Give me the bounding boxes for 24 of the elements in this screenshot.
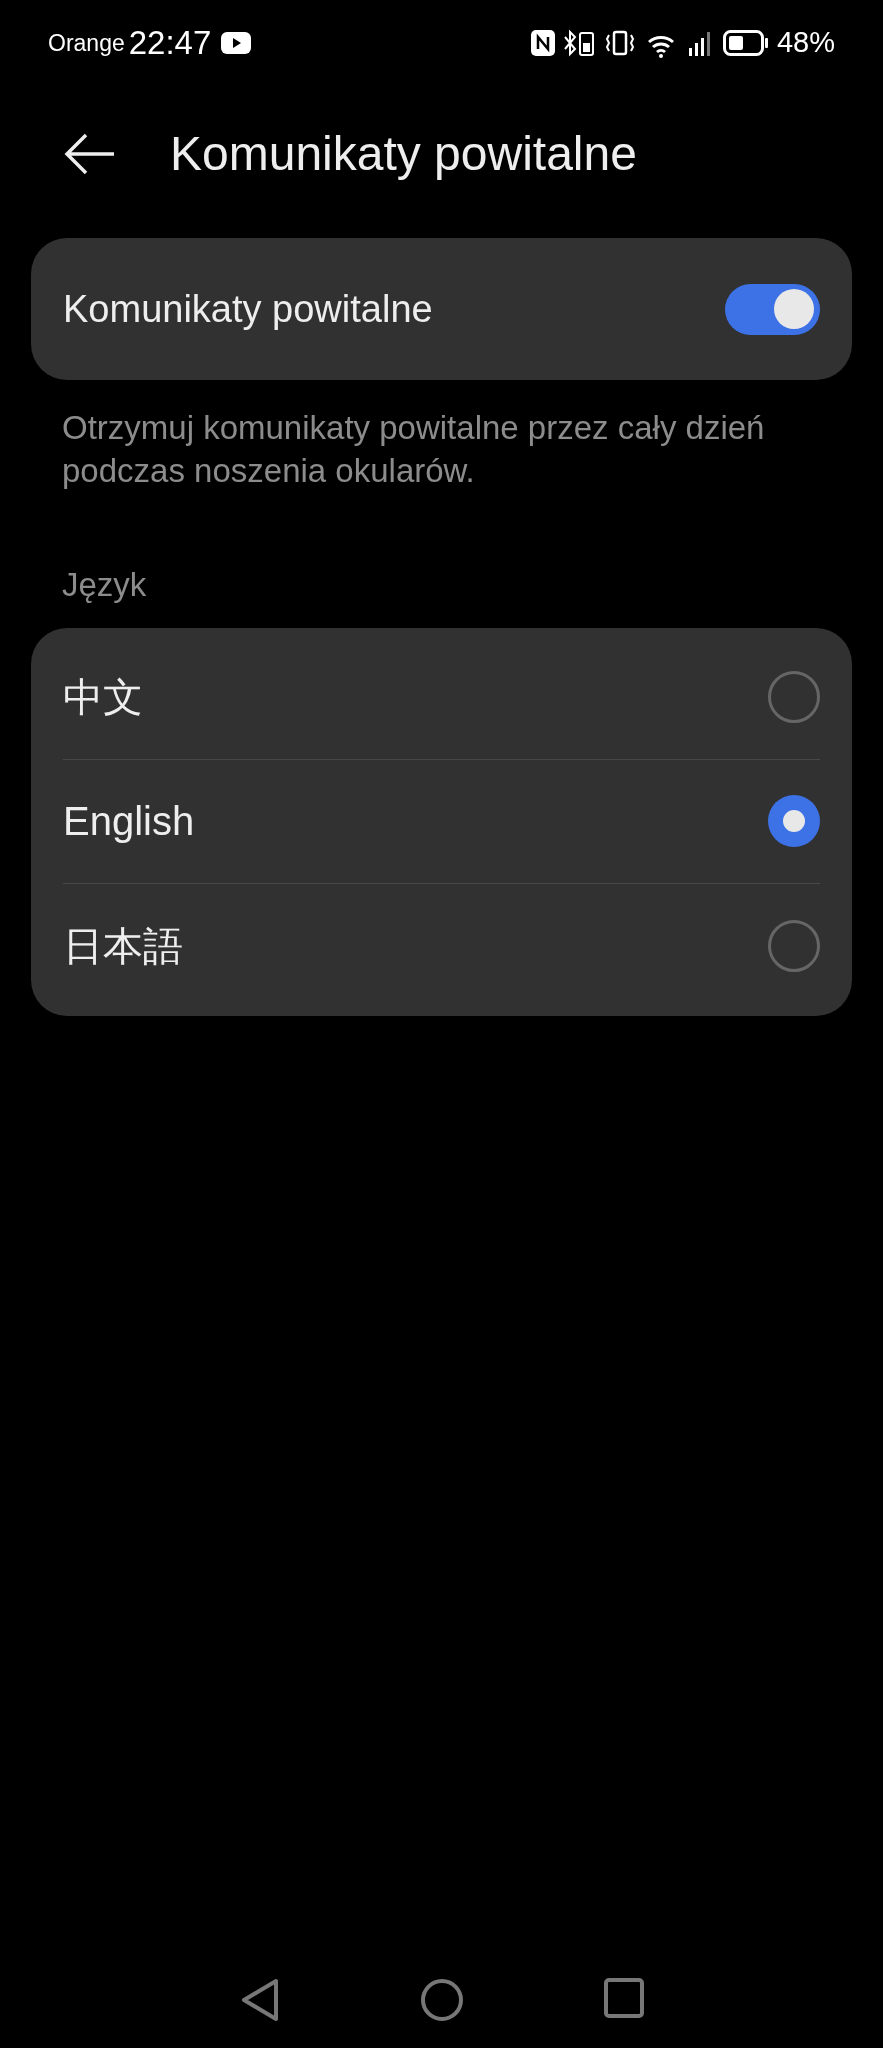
clock: 22:47 bbox=[128, 23, 212, 64]
carrier-name: Orange bbox=[48, 28, 125, 58]
video-play-icon bbox=[221, 32, 252, 54]
radio-button[interactable] bbox=[768, 919, 820, 972]
back-button[interactable] bbox=[64, 132, 116, 176]
language-option[interactable]: English bbox=[63, 759, 820, 884]
home-nav-icon[interactable] bbox=[419, 1978, 464, 2022]
back-arrow-icon bbox=[64, 132, 116, 176]
back-nav-icon[interactable] bbox=[239, 1978, 280, 2022]
vibrate-icon bbox=[604, 29, 635, 57]
radio-button[interactable] bbox=[768, 795, 820, 847]
section-heading: Język bbox=[62, 565, 148, 605]
bluetooth-battery-icon bbox=[562, 29, 597, 57]
description-text: Otrzymuj komunikaty powitalne przez cały dzień podczas noszenia okularów. bbox=[62, 408, 766, 491]
language-option[interactable]: 中文 bbox=[63, 635, 820, 760]
nfc-icon bbox=[530, 30, 555, 56]
setting-label: Komunikaty powitalne bbox=[63, 286, 433, 332]
recents-nav-icon[interactable] bbox=[603, 1978, 644, 2018]
page-title: Komunikaty powitalne bbox=[170, 126, 637, 182]
radio-button[interactable] bbox=[768, 671, 820, 723]
toggle-switch[interactable] bbox=[725, 283, 820, 335]
battery-percentage: 48% bbox=[776, 25, 835, 61]
language-option[interactable]: 日本語 bbox=[63, 883, 820, 1008]
battery-icon bbox=[722, 30, 769, 56]
